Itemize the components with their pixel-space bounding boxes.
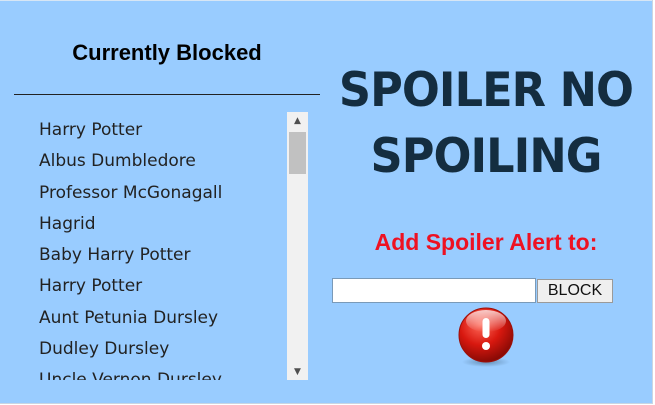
- block-button[interactable]: BLOCK: [537, 279, 613, 303]
- add-spoiler-label: Add Spoiler Alert to:: [374, 229, 598, 255]
- app-headline: SPOILER NO SPOILING: [338, 58, 634, 190]
- top-edge: [0, 0, 652, 1]
- blocked-list-item[interactable]: Uncle Vernon Dursley: [22, 365, 284, 380]
- scrollbar-thumb[interactable]: [289, 132, 306, 174]
- blocked-list-item[interactable]: Harry Potter: [22, 115, 284, 146]
- blocked-list-item[interactable]: Aunt Petunia Dursley: [22, 303, 284, 334]
- scroll-down-icon[interactable]: ▼: [287, 363, 308, 380]
- blocked-list-item[interactable]: Harry Potter: [22, 271, 284, 302]
- spoiler-term-input[interactable]: [332, 278, 536, 303]
- headline-line-1: SPOILER NO: [338, 63, 634, 118]
- title-divider: [14, 94, 320, 95]
- spoiler-popup: Currently Blocked Harry Potter Albus Dum…: [0, 0, 653, 404]
- blocked-list-item[interactable]: Hagrid: [22, 209, 284, 240]
- scroll-up-icon[interactable]: ▲: [287, 112, 308, 129]
- blocked-list-item[interactable]: Dudley Dursley: [22, 334, 284, 365]
- blocked-list[interactable]: Harry Potter Albus Dumbledore Professor …: [22, 112, 308, 380]
- blocked-list-title: Currently Blocked: [72, 40, 262, 65]
- blocked-list-items: Harry Potter Albus Dumbledore Professor …: [22, 112, 284, 380]
- headline-line-2: SPOILING: [370, 129, 603, 184]
- blocked-list-item[interactable]: Albus Dumbledore: [22, 146, 284, 177]
- exclamation-circle-icon: [458, 307, 514, 367]
- blocked-list-item[interactable]: Professor McGonagall: [22, 178, 284, 209]
- list-scrollbar[interactable]: ▲ ▼: [287, 112, 308, 380]
- blocked-list-item[interactable]: Baby Harry Potter: [22, 240, 284, 271]
